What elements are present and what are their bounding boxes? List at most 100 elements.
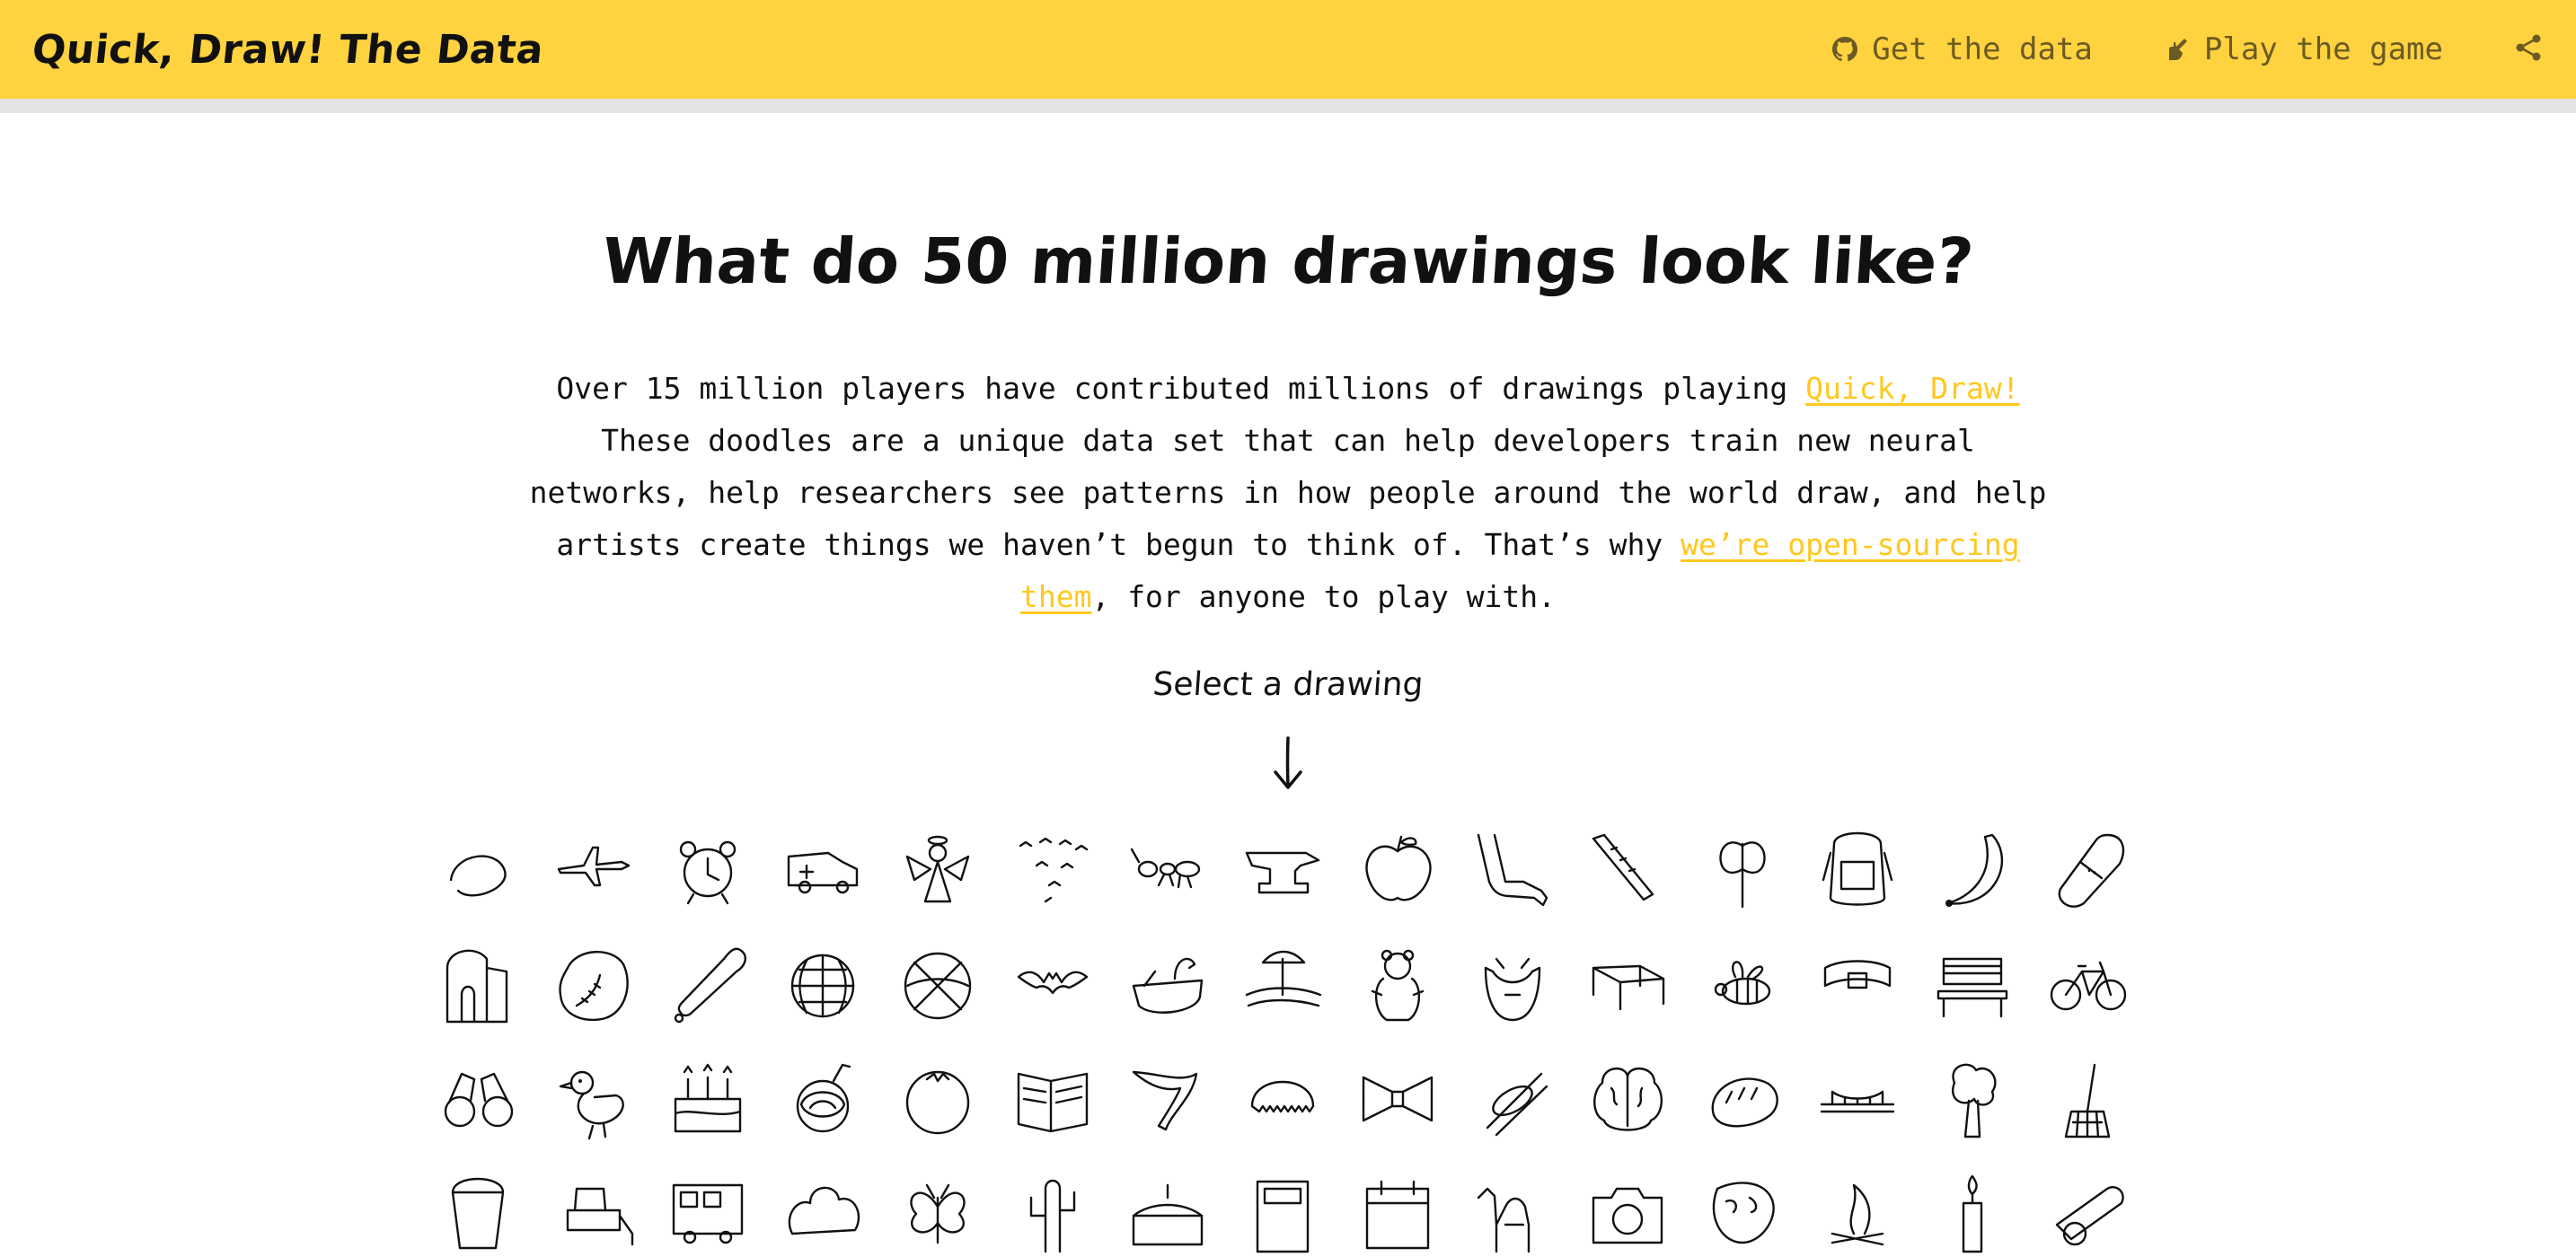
drawing-brain[interactable] bbox=[1584, 1056, 1671, 1142]
drawing-cactus[interactable] bbox=[1010, 1171, 1096, 1257]
barn-icon bbox=[446, 949, 508, 1024]
drawing-apple[interactable] bbox=[1354, 826, 1441, 912]
drawing-bread[interactable] bbox=[1699, 1056, 1786, 1142]
drawing-bush[interactable] bbox=[780, 1171, 866, 1257]
camel-icon bbox=[1477, 1187, 1531, 1253]
drawing-basket[interactable] bbox=[780, 941, 866, 1027]
drawing-bottlecap[interactable] bbox=[1239, 1056, 1326, 1142]
butterfly-icon bbox=[910, 1183, 966, 1244]
share-button[interactable] bbox=[2513, 32, 2544, 66]
binoculars-icon bbox=[444, 1072, 514, 1128]
baseball-bat-icon bbox=[674, 947, 746, 1024]
play-game-link[interactable]: Play the game bbox=[2163, 31, 2443, 67]
drawing-calendar[interactable] bbox=[1354, 1171, 1441, 1257]
cactus-icon bbox=[1029, 1179, 1076, 1253]
drawing-camel[interactable] bbox=[1469, 1171, 1556, 1257]
drawing-camera[interactable] bbox=[1584, 1171, 1671, 1257]
drawing-aircraft-carrier[interactable] bbox=[435, 826, 521, 912]
drawing-broom[interactable] bbox=[2044, 1056, 2130, 1142]
drawing-campfire[interactable] bbox=[1814, 1171, 1901, 1257]
drawing-bat[interactable] bbox=[1010, 941, 1096, 1027]
calculator-icon bbox=[1256, 1180, 1310, 1253]
drawing-blueberry[interactable] bbox=[895, 1056, 981, 1142]
drawing-backpack[interactable] bbox=[1814, 826, 1901, 912]
drawing-axe[interactable] bbox=[1699, 826, 1786, 912]
drawing-bulldozer[interactable] bbox=[550, 1171, 636, 1257]
intro-paragraph: Over 15 million players have contributed… bbox=[525, 363, 2051, 623]
drawing-bee[interactable] bbox=[1699, 941, 1786, 1027]
bicycle-icon bbox=[2050, 961, 2127, 1011]
drawing-bus[interactable] bbox=[665, 1171, 751, 1257]
drawing-birthday-cake[interactable] bbox=[665, 1056, 751, 1142]
get-data-link[interactable]: Get the data bbox=[1831, 31, 2093, 67]
drawing-bed[interactable] bbox=[1584, 941, 1671, 1027]
camouflage-icon bbox=[1712, 1182, 1775, 1244]
bee-icon bbox=[1714, 961, 1771, 1006]
drawing-calculator[interactable] bbox=[1239, 1171, 1326, 1257]
drawing-baseball[interactable] bbox=[550, 941, 636, 1027]
asparagus-icon bbox=[1592, 833, 1654, 901]
drawing-book[interactable] bbox=[1010, 1056, 1096, 1142]
drawing-banana[interactable] bbox=[1929, 826, 2016, 912]
angel-icon bbox=[905, 835, 970, 903]
drawing-ambulance[interactable] bbox=[780, 826, 866, 912]
intro-text-3: , for anyone to play with. bbox=[1091, 579, 1557, 614]
drawing-beach[interactable] bbox=[1239, 941, 1326, 1027]
drawing-beard[interactable] bbox=[1469, 941, 1556, 1027]
drawing-butterfly[interactable] bbox=[895, 1171, 981, 1257]
camera-icon bbox=[1592, 1187, 1663, 1244]
blueberry-icon bbox=[905, 1070, 970, 1135]
campfire-icon bbox=[1831, 1183, 1884, 1246]
drawing-barn[interactable] bbox=[435, 941, 521, 1027]
bridge-icon bbox=[1820, 1090, 1895, 1113]
drawing-broccoli[interactable] bbox=[1929, 1056, 2016, 1142]
bench-icon bbox=[1936, 957, 2008, 1018]
apple-icon bbox=[1365, 835, 1432, 901]
drawing-boomerang[interactable] bbox=[1125, 1056, 1211, 1142]
broom-icon bbox=[2064, 1063, 2111, 1138]
drawing-bucket[interactable] bbox=[435, 1171, 521, 1257]
drawing-arm[interactable] bbox=[1469, 826, 1556, 912]
drawing-basketball[interactable] bbox=[895, 941, 981, 1027]
ambulance-icon bbox=[787, 851, 859, 894]
drawing-bracelet[interactable] bbox=[1469, 1056, 1556, 1142]
cake-icon bbox=[1132, 1183, 1204, 1246]
drawing-bathtub[interactable] bbox=[1125, 941, 1211, 1027]
book-icon bbox=[1017, 1072, 1089, 1133]
bowtie-icon bbox=[1362, 1076, 1434, 1122]
broccoli-icon bbox=[1952, 1063, 1997, 1138]
quick-draw-link[interactable]: Quick, Draw! bbox=[1805, 371, 2019, 406]
axe-icon bbox=[1719, 841, 1766, 909]
drawing-asparagus[interactable] bbox=[1584, 826, 1671, 912]
belt-icon bbox=[1823, 960, 1892, 989]
site-title[interactable]: Quick, Draw! The Data bbox=[30, 27, 545, 73]
drawing-binoculars[interactable] bbox=[435, 1056, 521, 1142]
drawing-bridge[interactable] bbox=[1814, 1056, 1901, 1142]
drawing-cake[interactable] bbox=[1125, 1171, 1211, 1257]
drawing-blackberry[interactable] bbox=[780, 1056, 866, 1142]
drawing-alarm-clock[interactable] bbox=[665, 826, 751, 912]
ant-icon bbox=[1130, 848, 1201, 889]
backpack-icon bbox=[1822, 831, 1893, 906]
drawing-belt[interactable] bbox=[1814, 941, 1901, 1027]
drawing-baseball-bat[interactable] bbox=[665, 941, 751, 1027]
bed-icon bbox=[1592, 964, 1665, 1011]
arm-icon bbox=[1477, 833, 1548, 907]
drawing-ant[interactable] bbox=[1125, 826, 1211, 912]
bathtub-icon bbox=[1132, 957, 1204, 1014]
drawing-bandage[interactable] bbox=[2044, 826, 2130, 912]
drawing-animal-migration[interactable] bbox=[1010, 826, 1096, 912]
drawing-anvil[interactable] bbox=[1239, 826, 1326, 912]
drawing-angel[interactable] bbox=[895, 826, 981, 912]
drawing-bird[interactable] bbox=[550, 1056, 636, 1142]
drawing-bench[interactable] bbox=[1929, 941, 2016, 1027]
drawing-cannon[interactable] bbox=[2044, 1171, 2130, 1257]
drawing-camouflage[interactable] bbox=[1699, 1171, 1786, 1257]
drawing-bear[interactable] bbox=[1354, 941, 1441, 1027]
drawing-airplane[interactable] bbox=[550, 826, 636, 912]
bat-icon bbox=[1017, 971, 1089, 995]
drawing-candle[interactable] bbox=[1929, 1171, 2016, 1257]
top-bar: Quick, Draw! The Data Get the data Play … bbox=[0, 0, 2576, 99]
drawing-bowtie[interactable] bbox=[1354, 1056, 1441, 1142]
drawing-bicycle[interactable] bbox=[2044, 941, 2130, 1027]
